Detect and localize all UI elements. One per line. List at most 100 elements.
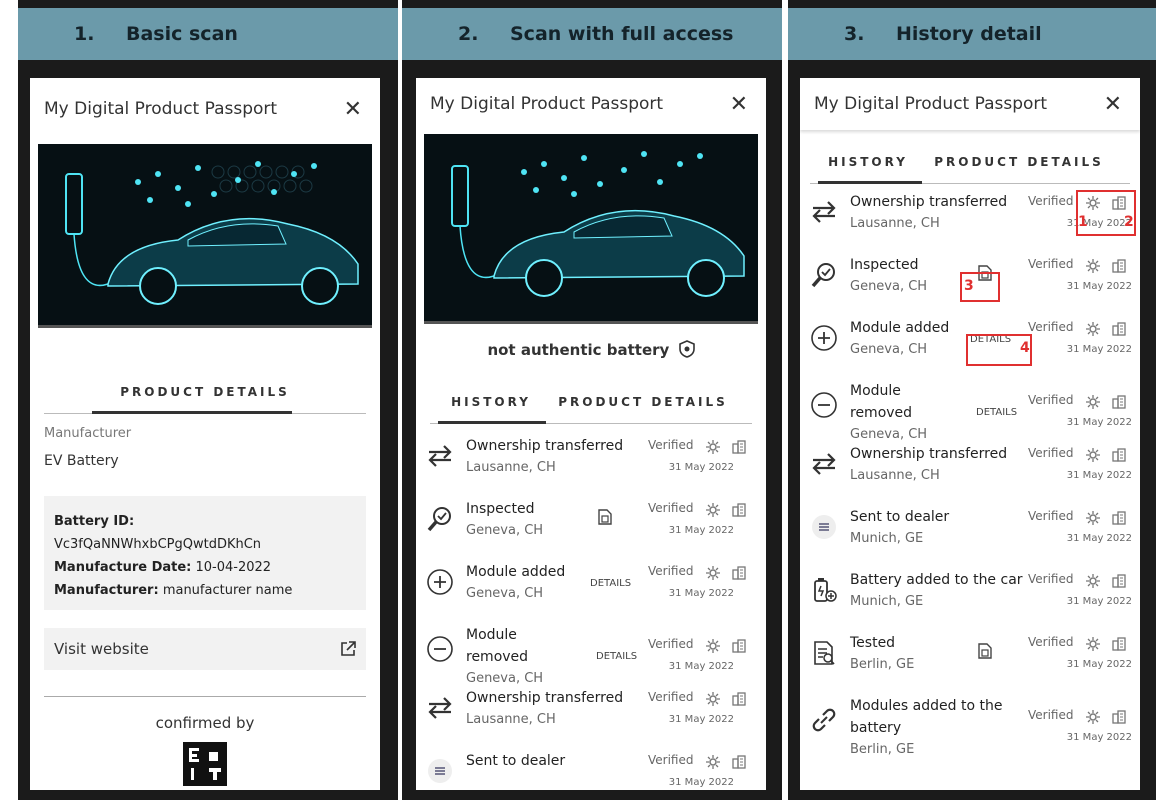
event-location: Berlin, GE: [850, 657, 915, 672]
close-icon[interactable]: ✕: [730, 92, 748, 117]
app-header: My Digital Product Passport ✕: [800, 78, 1140, 130]
app-header: My Digital Product Passport ✕: [416, 78, 766, 130]
close-icon[interactable]: ✕: [344, 97, 362, 122]
verifier-building-icon[interactable]: [1112, 447, 1126, 462]
event-location: Geneva, CH: [850, 279, 928, 294]
history-event-row[interactable]: Inspected Geneva, CH Verified 31 May 2022: [416, 501, 766, 564]
history-event-row[interactable]: Ownership transferred Lausanne, CH Verifie…: [416, 438, 766, 501]
history-event-row[interactable]: Module removed Geneva, CH Verified 31 May 20…: [416, 627, 766, 690]
visit-website-button[interactable]: Visit website: [44, 628, 366, 670]
history-event-row[interactable]: Sent to dealer Munich, GE Verified 31 May 2…: [800, 509, 1140, 572]
verifier-gear-icon[interactable]: [706, 565, 720, 580]
history-event-row[interactable]: Ownership transferred Lausanne, CH Verifie…: [416, 690, 766, 753]
confirmed-by-label: confirmed by: [155, 714, 255, 732]
verified-label: Verified: [1028, 708, 1074, 722]
remove-circle-icon: [810, 391, 840, 421]
verifier-gear-icon[interactable]: [706, 638, 720, 653]
event-title: Ownership transferred: [466, 438, 624, 454]
event-title: Sent to dealer: [466, 753, 566, 769]
manufacturer-label: Manufacturer: [44, 426, 132, 441]
event-title: Module: [466, 627, 517, 643]
verifier-gear-icon[interactable]: [1086, 709, 1100, 724]
verifier-building-icon[interactable]: [1112, 258, 1126, 273]
verifier-building-icon[interactable]: [732, 565, 746, 580]
battery-id-value: Vc3fQaNNWhxbCPgQwtdDKhCn: [54, 537, 262, 552]
column-number: 3.: [844, 23, 865, 45]
verifier-gear-icon[interactable]: [706, 691, 720, 706]
details-link[interactable]: DETAILS: [976, 407, 1017, 418]
history-event-row[interactable]: Module removed Geneva, CH Verified 31 May 20…: [800, 383, 1140, 446]
event-location: Geneva, CH: [466, 523, 544, 538]
verifier-building-icon[interactable]: [732, 691, 746, 706]
verifier-building-icon[interactable]: [1112, 573, 1126, 588]
history-event-row[interactable]: Ownership transferred Lausanne, CH Verifie…: [800, 446, 1140, 509]
event-location: Geneva, CH: [466, 586, 544, 601]
verifier-building-icon[interactable]: [1112, 510, 1126, 525]
verified-label: Verified: [1028, 393, 1074, 407]
add-circle-icon: [426, 568, 456, 598]
verifier-building-icon[interactable]: [732, 754, 746, 769]
app-title: My Digital Product Passport: [430, 94, 664, 114]
tab-product-details[interactable]: PRODUCT DETAILS: [548, 384, 738, 420]
history-event-row[interactable]: Battery added to the car Munich, GE Verifi…: [800, 572, 1140, 635]
verifier-gear-icon[interactable]: [1086, 636, 1100, 651]
close-icon[interactable]: ✕: [1104, 92, 1122, 117]
event-date: 31 May 2022: [1066, 659, 1132, 670]
verifier-building-icon[interactable]: [732, 439, 746, 454]
verifier-building-icon[interactable]: [1112, 709, 1126, 724]
history-event-row[interactable]: Tested Berlin, GE Verified 31 May 2022: [800, 635, 1140, 698]
event-title-line2: removed: [850, 405, 913, 421]
history-event-row[interactable]: Sent to dealer Verified 31 May 2022: [416, 753, 766, 790]
inspect-magnifier-icon: [426, 505, 456, 535]
event-date: 31 May 2022: [668, 777, 734, 788]
annotation-number-3: 3: [964, 278, 974, 294]
event-title: Ownership transferred: [466, 690, 624, 706]
annotation-number-2: 2: [1124, 214, 1134, 230]
verified-label: Verified: [1028, 446, 1074, 460]
document-icon[interactable]: [598, 509, 612, 525]
event-location: Lausanne, CH: [850, 216, 940, 231]
column-title: History detail: [896, 23, 1042, 45]
event-date: 31 May 2022: [668, 588, 734, 599]
event-date: 31 May 2022: [668, 525, 734, 536]
verifier-building-icon[interactable]: [732, 638, 746, 653]
event-date: 31 May 2022: [1066, 281, 1132, 292]
event-date: 31 May 2022: [668, 462, 734, 473]
event-title: Sent to dealer: [850, 509, 950, 525]
verifier-building-icon[interactable]: [732, 502, 746, 517]
verifier-gear-icon[interactable]: [706, 754, 720, 769]
authenticity-status: not authentic battery: [416, 340, 766, 359]
verifier-gear-icon[interactable]: [1086, 258, 1100, 273]
verifier-gear-icon[interactable]: [1086, 321, 1100, 336]
document-icon[interactable]: [978, 643, 992, 659]
tab-history[interactable]: HISTORY: [436, 384, 546, 420]
tab-history[interactable]: HISTORY: [816, 144, 920, 180]
history-event-row[interactable]: Modules added to the battery Berlin, GE Ver…: [800, 698, 1140, 761]
verifier-building-icon[interactable]: [1112, 636, 1126, 651]
transfer-arrows-icon: [426, 442, 456, 472]
manufacturer-name-value: manufacturer name: [162, 583, 293, 598]
verifier-building-icon[interactable]: [1112, 394, 1126, 409]
verifier-gear-icon[interactable]: [1086, 573, 1100, 588]
column-title: Scan with full access: [510, 23, 734, 45]
verifier-gear-icon[interactable]: [1086, 447, 1100, 462]
verifier-gear-icon[interactable]: [1086, 510, 1100, 525]
tab-product-details[interactable]: PRODUCT DETAILS: [90, 374, 320, 410]
shield-icon: [678, 340, 695, 358]
verifier-gear-icon[interactable]: [706, 439, 720, 454]
transfer-arrows-icon: [810, 450, 840, 480]
details-link[interactable]: DETAILS: [596, 651, 637, 662]
verifier-building-icon[interactable]: [1112, 321, 1126, 336]
transfer-arrows-icon: [426, 694, 456, 724]
visit-website-label: Visit website: [54, 640, 149, 658]
history-event-row[interactable]: Module added Geneva, CH Verified 31 May 202…: [416, 564, 766, 627]
verified-label: Verified: [648, 564, 694, 578]
details-link[interactable]: DETAILS: [590, 578, 631, 589]
verifier-gear-icon[interactable]: [706, 502, 720, 517]
annotation-number-4: 4: [1020, 340, 1030, 356]
phone-screen: My Digital Product Passport ✕ not authen…: [416, 78, 766, 790]
tab-product-details[interactable]: PRODUCT DETAILS: [924, 144, 1114, 180]
verifier-gear-icon[interactable]: [1086, 394, 1100, 409]
column-basic-scan: 1. Basic scan My Digital Product Passpor…: [18, 0, 398, 800]
event-location: Munich, GE: [850, 531, 924, 546]
